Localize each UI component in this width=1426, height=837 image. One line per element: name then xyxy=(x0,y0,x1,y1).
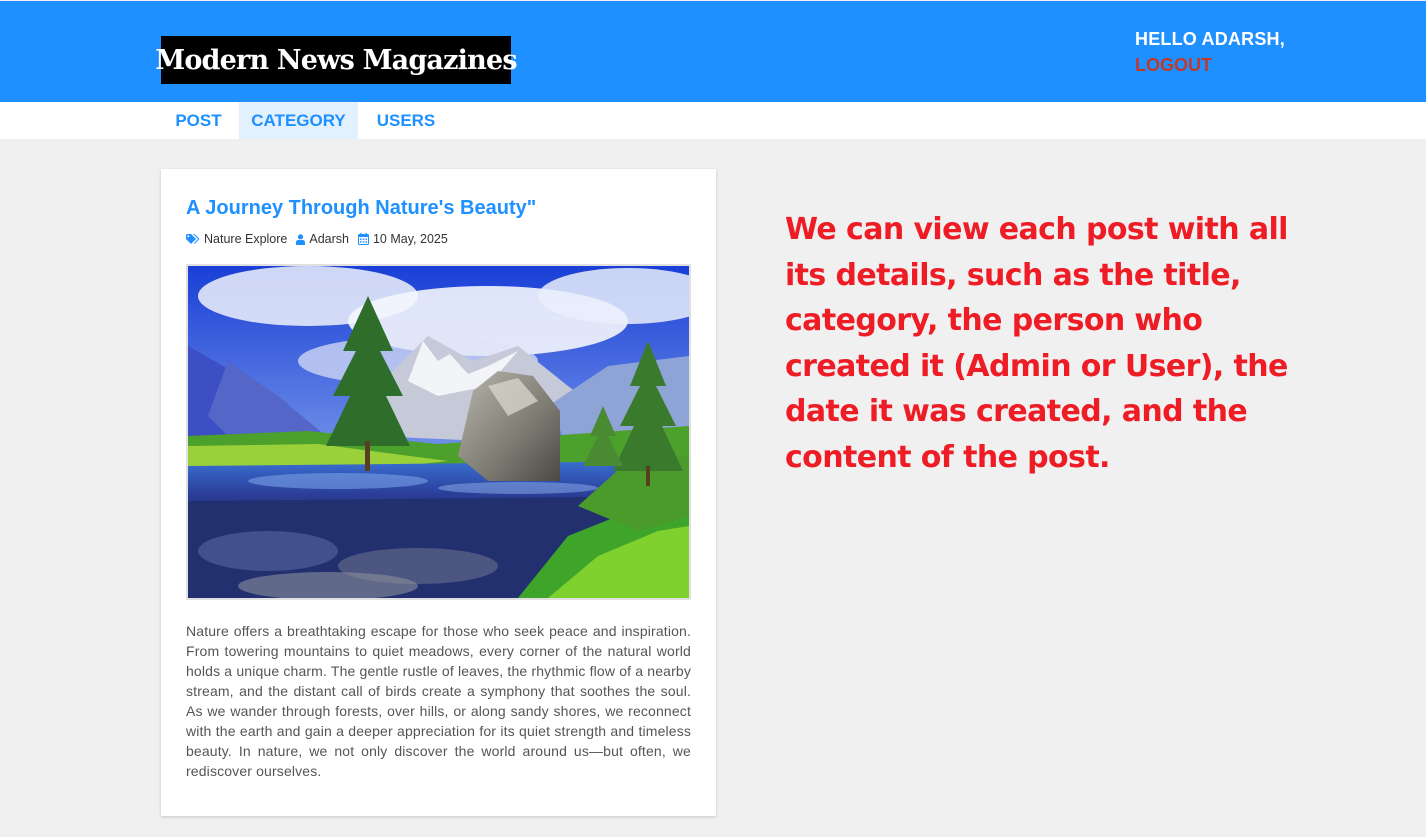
calendar-icon xyxy=(357,233,369,245)
post-title: A Journey Through Nature's Beauty" xyxy=(186,197,537,219)
site-logo[interactable]: Modern News Magazines xyxy=(155,36,518,84)
post-category[interactable]: Nature Explore xyxy=(186,232,287,246)
site-header: Modern News Magazines HELLO ADARSH, LOGO… xyxy=(0,1,1426,102)
site-logo-text: Modern News Magazines xyxy=(155,44,517,76)
post-category-label: Nature Explore xyxy=(204,232,288,246)
post-author-label: Adarsh xyxy=(309,232,349,246)
post-date: 10 May, 2025 xyxy=(357,232,448,246)
annotation-note: We can view each post with all its detai… xyxy=(785,212,1288,475)
logout-link[interactable]: LOGOUT xyxy=(1135,55,1212,76)
admin-menu: POST CATEGORY USERS xyxy=(0,102,1426,139)
post-card: A Journey Through Nature's Beauty" Natur… xyxy=(161,169,716,816)
menu-item-post[interactable]: POST xyxy=(161,102,236,139)
post-image xyxy=(186,264,691,600)
post-author[interactable]: Adarsh xyxy=(296,232,349,246)
menu-item-users[interactable]: USERS xyxy=(361,102,451,139)
post-content: Nature offers a breathtaking escape for … xyxy=(186,623,691,779)
user-icon xyxy=(296,233,306,245)
post-meta: Nature Explore Adarsh 10 May, 2025 xyxy=(186,232,457,246)
post-date-label: 10 May, 2025 xyxy=(372,232,448,246)
user-greeting: HELLO ADARSH, xyxy=(1135,29,1285,49)
tags-icon xyxy=(186,233,200,244)
menu-item-category[interactable]: CATEGORY xyxy=(239,102,358,139)
landscape-image xyxy=(188,266,689,598)
